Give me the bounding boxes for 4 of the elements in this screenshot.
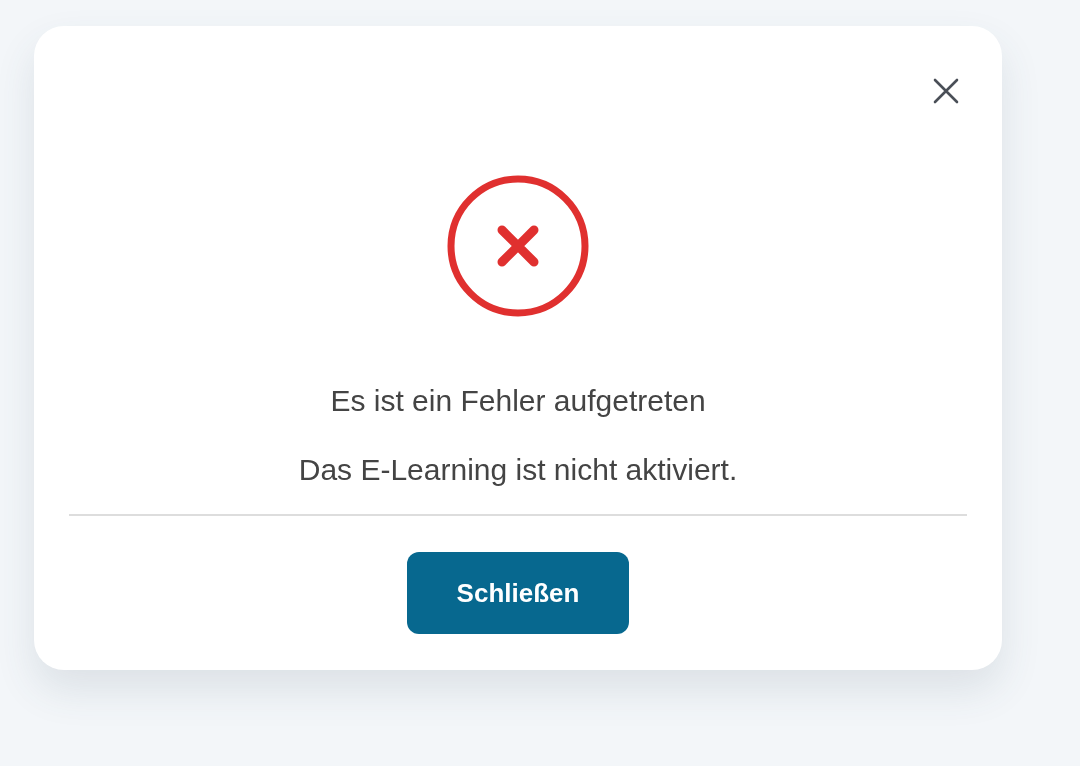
error-message: Das E-Learning ist nicht aktiviert. <box>298 452 738 488</box>
close-button[interactable]: Schließen <box>407 552 629 634</box>
close-icon[interactable] <box>933 78 959 104</box>
dialog-title: Es ist ein Fehler aufgetreten <box>330 383 706 419</box>
